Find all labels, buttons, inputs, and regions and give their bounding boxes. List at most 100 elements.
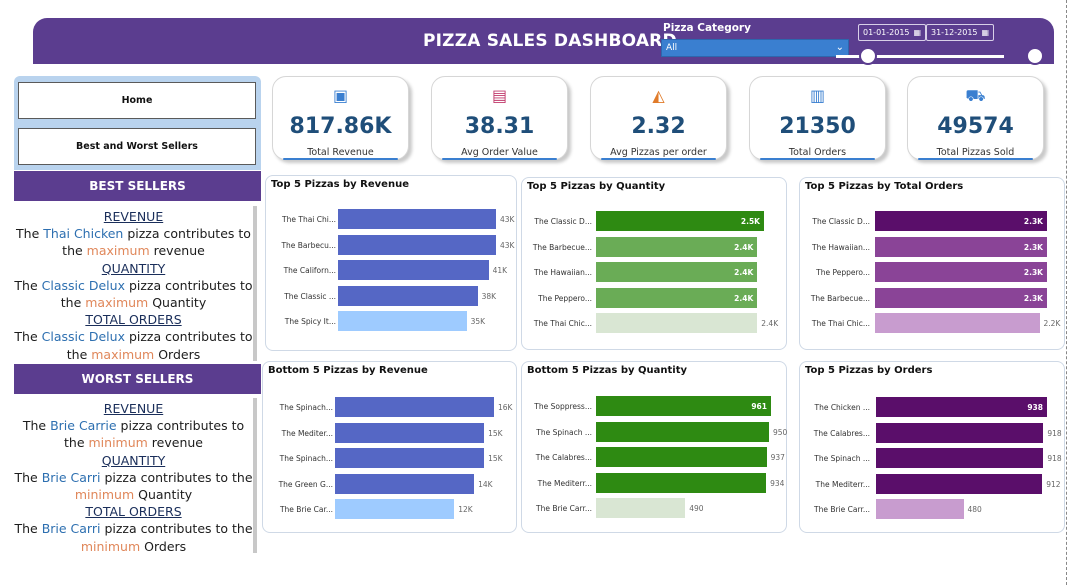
home-button[interactable]: Home — [18, 82, 256, 119]
category-label: The Spinach ... — [814, 454, 870, 463]
best-revenue-heading: REVENUE — [103, 209, 164, 224]
best-sellers-header: BEST SELLERS — [14, 171, 261, 201]
category-filter-label: Pizza Category — [663, 22, 751, 34]
bar[interactable] — [876, 473, 1043, 494]
data-label: 35K — [470, 317, 486, 326]
category-label: The Barbecue... — [532, 242, 592, 252]
chart-bottom5-revenue: Bottom 5 Pizzas by Revenue The Spinach..… — [262, 361, 517, 533]
chart-row: The Hawaiian... 2.3K — [800, 236, 1064, 257]
category-label: The Thai Chic... — [533, 319, 592, 328]
chart-row: The Thai Chic... 2.2K — [800, 313, 1064, 333]
chart-title: Bottom 5 Pizzas by Quantity — [527, 365, 687, 376]
category-label: The Classic D... — [812, 217, 870, 226]
data-label: 15K — [488, 454, 503, 463]
chart-row: The Spicy It... 35K — [266, 311, 516, 331]
data-label: 2.5K — [740, 217, 760, 226]
worst-orders-text: The Brie Carri pizza contributes to the … — [14, 521, 253, 554]
category-label: The Green G... — [278, 479, 333, 489]
chart-top5-revenue: Top 5 Pizzas by Revenue The Thai Chi... 4… — [265, 175, 517, 351]
bar[interactable] — [338, 234, 496, 255]
bar[interactable] — [335, 422, 485, 443]
calendar-icon[interactable]: ▦ — [914, 28, 922, 37]
category-dropdown-value: All — [666, 43, 678, 53]
bar[interactable] — [335, 448, 485, 468]
bar[interactable] — [335, 473, 475, 494]
kpi-label: Total Revenue — [307, 147, 374, 158]
category-label: The Peppero... — [816, 268, 870, 277]
category-label: The Calabres... — [813, 428, 870, 438]
chart-top5-total-orders: Top 5 Pizzas by Total Orders The Classic… — [799, 177, 1065, 350]
chart-title: Top 5 Pizzas by Orders — [805, 365, 933, 376]
chart-row: The Hawaiian... 2.4K — [522, 262, 786, 282]
data-label: 15K — [488, 428, 503, 438]
register-icon: ▤ — [491, 86, 508, 105]
slider-end-handle[interactable] — [1026, 47, 1044, 65]
data-label: 918 — [1047, 454, 1062, 463]
data-label: 912 — [1046, 479, 1061, 489]
worst-sellers-scrollbar[interactable] — [253, 398, 257, 553]
calendar-icon[interactable]: ▦ — [982, 28, 990, 37]
data-label: 12K — [458, 505, 473, 514]
bar[interactable] — [596, 447, 767, 467]
chart-row: The Barbecu... 43K — [266, 234, 516, 255]
category-label: The Mediterr... — [815, 479, 870, 489]
data-label: 937 — [770, 453, 785, 462]
category-dropdown[interactable]: All ⌄ — [661, 39, 849, 57]
bar[interactable] — [338, 260, 489, 280]
bar[interactable] — [338, 209, 496, 229]
bar[interactable] — [335, 499, 455, 519]
kpi-label: Total Orders — [788, 147, 847, 158]
best-worst-sellers-button[interactable]: Best and Worst Sellers — [18, 128, 256, 165]
chart-row: The Barbecue... 2.4K — [522, 236, 786, 257]
data-label: 41K — [492, 266, 508, 275]
bar[interactable] — [876, 448, 1044, 468]
worst-sellers-header: WORST SELLERS — [14, 364, 261, 394]
bar[interactable] — [335, 397, 494, 417]
worst-quantity-heading: QUANTITY — [101, 452, 166, 468]
chart-top5-quantity: Top 5 Pizzas by Quantity The Classic D..… — [521, 177, 787, 350]
kpi-avg-pizzas-per-order: ◭ 2.32 Avg Pizzas per order — [590, 76, 727, 160]
data-label: 2.3K — [1023, 242, 1043, 252]
slider-start-handle[interactable] — [859, 47, 877, 65]
category-label: The Classic ... — [284, 291, 336, 301]
bar[interactable] — [596, 498, 686, 518]
kpi-value: 38.31 — [464, 114, 535, 139]
category-label: The Thai Chi... — [282, 215, 336, 224]
category-label: The Hawaiian... — [534, 268, 592, 277]
chart-row: The Spinach... 15K — [263, 448, 516, 468]
dashboard: PIZZA SALES DASHBOARD Pizza Category All… — [0, 0, 1074, 585]
bar[interactable] — [596, 472, 767, 493]
data-label: 934 — [770, 478, 785, 488]
bar[interactable] — [876, 499, 964, 519]
best-sellers-scrollbar[interactable] — [253, 206, 257, 361]
chart-bottom5-quantity: Bottom 5 Pizzas by Quantity The Soppress… — [521, 361, 787, 533]
chart-row: The Soppress... 961 — [522, 396, 786, 416]
category-label: The Brie Carr... — [814, 505, 870, 514]
bar[interactable] — [875, 313, 1040, 333]
category-label: The Thai Chic... — [811, 319, 870, 328]
worst-orders-heading: TOTAL ORDERS — [85, 504, 182, 520]
bar[interactable] — [596, 313, 758, 333]
bar[interactable] — [596, 421, 769, 442]
bar[interactable] — [876, 422, 1044, 443]
bar[interactable] — [338, 311, 467, 331]
category-label: The Classic D... — [534, 217, 592, 226]
start-date-input[interactable]: 01-01-2015 ▦ — [858, 24, 927, 41]
chart-title: Top 5 Pizzas by Revenue — [271, 179, 409, 190]
data-label: 14K — [478, 479, 493, 489]
category-label: The Calabres... — [535, 453, 592, 462]
kpi-total-pizzas-sold: ⛟ 49574 Total Pizzas Sold — [907, 76, 1044, 160]
category-label: The Spinach... — [279, 403, 333, 412]
category-label: The Mediterr... — [537, 478, 592, 488]
bar[interactable] — [338, 285, 478, 306]
chart-row: The Peppero... 2.4K — [522, 287, 786, 308]
category-label: The Soppress... — [534, 402, 592, 411]
category-label: The Mediter... — [281, 428, 333, 438]
data-label: 938 — [1027, 403, 1043, 412]
delivery-icon: ⛟ — [965, 86, 986, 105]
chart-row: The Mediter... 15K — [263, 422, 516, 443]
receipt-icon: ▥ — [809, 86, 826, 105]
end-date-input[interactable]: 31-12-2015 ▦ — [926, 24, 995, 41]
data-label: 2.4K — [761, 319, 779, 328]
chart-row: The Classic D... 2.3K — [800, 211, 1064, 231]
